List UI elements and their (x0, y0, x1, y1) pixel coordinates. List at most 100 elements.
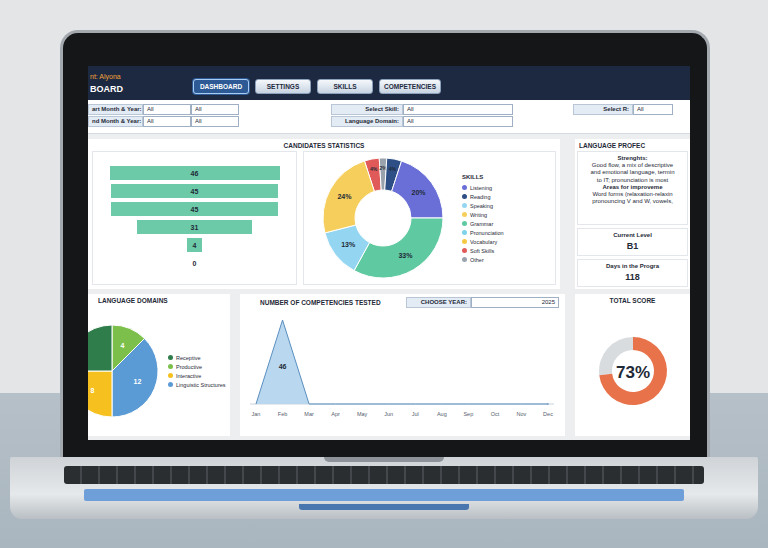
funnel-bar: 31 (137, 220, 252, 234)
skills-legend: SKILLSListeningReadingSpeakingWritingGra… (462, 174, 504, 263)
area-fill (256, 320, 548, 404)
laptop-bezel: nt: AlyonaBOARD DASHBOARD SETTINGS SKILLS CO… (60, 30, 710, 457)
legend-item: Receptive (168, 355, 226, 361)
chart-header: NUMBER OF COMPETENCIES TESTEDCHOOSE YEAR… (240, 294, 565, 308)
days-card: Days in the Progra118 (577, 259, 688, 287)
days-value: 118 (625, 270, 640, 283)
funnel-row: 45 (93, 184, 296, 198)
month-select[interactable]: All (143, 116, 191, 127)
pie-slice (88, 325, 112, 371)
candidates-panel: CANDIDATES STATISTICS46454531404%2%4%20%… (88, 139, 560, 289)
year-value[interactable]: 2025 (471, 297, 559, 308)
strengths-line: to IT; pronunciation is most (597, 177, 668, 184)
language-profile-panel: LANGUAGE PROFECStrenghts:Good flow, a mi… (575, 139, 690, 289)
tab[interactable]: DASHBOARD (193, 79, 249, 94)
filter-select[interactable]: All (403, 104, 513, 115)
filter-select[interactable]: All (403, 116, 513, 127)
legend-dot (462, 239, 467, 244)
funnel-chart: 46 45 45 31 4 0 (92, 151, 297, 285)
legend-label: Interactive (176, 373, 201, 379)
legend-item: Linguistic Structures (168, 382, 226, 388)
month-select[interactable]: All (191, 104, 239, 115)
legend-dot (462, 212, 467, 217)
panel-title: CANDIDATES STATISTICS (88, 139, 560, 151)
filter-label: Language Domain: (331, 116, 403, 127)
legend-label: Productive (176, 364, 202, 370)
user-label: nt: Alyona (90, 73, 188, 80)
month-label: Aug (437, 411, 447, 417)
legend-item: Vocabulary (462, 239, 504, 245)
funnel-bar: 45 (111, 184, 277, 198)
legend-dot (462, 185, 467, 190)
legend-label: Other (470, 257, 484, 263)
filter-label: Select R: (573, 104, 633, 115)
improvement-label: Areas for improveme (602, 184, 662, 191)
donut-label: 33% (398, 252, 413, 259)
laptop: nt: AlyonaBOARD DASHBOARD SETTINGS SKILLS CO… (60, 30, 710, 457)
tab-label[interactable]: DASHBOARD (200, 83, 242, 90)
competencies-panel: NUMBER OF COMPETENCIES TESTEDCHOOSE YEAR… (240, 294, 565, 436)
pie-slice (88, 371, 112, 417)
laptop-hinge (324, 457, 444, 462)
series-segment (442, 404, 469, 405)
panel-title: TOTAL SCORE (575, 294, 690, 306)
funnel-value: 0 (193, 260, 197, 267)
pie-label: 12 (134, 378, 142, 385)
legend-dot (462, 230, 467, 235)
legend-dot (462, 194, 467, 199)
series-segment (468, 404, 495, 405)
month-select[interactable]: All (191, 116, 239, 127)
language-domains-panel: LANGUAGE DOMAINS4128ReceptiveProductiveI… (88, 294, 230, 436)
tab-label[interactable]: SETTINGS (267, 83, 300, 90)
skill-filters: Select Skill:AllLanguage Domain:All (331, 104, 513, 127)
tab[interactable]: COMPETENCIES (379, 79, 441, 94)
month-label: Apr (331, 411, 340, 417)
filter-label: nd Month & Year: (88, 116, 143, 127)
legend-title: SKILLS (462, 174, 504, 180)
strengths-line: and emotional language, termin (590, 169, 674, 176)
bottom-row: LANGUAGE DOMAINS4128ReceptiveProductiveI… (88, 294, 690, 436)
filter-select[interactable]: All (633, 104, 673, 115)
legend-item: Other (462, 257, 504, 263)
funnel-bar: 46 (110, 166, 280, 180)
panel-title: LANGUAGE PROFEC (575, 139, 690, 151)
donut-label: 4% (370, 166, 378, 172)
legend-item: Soft Skills (462, 248, 504, 254)
level-label: Current Level (613, 232, 652, 239)
funnel-value: 31 (191, 224, 199, 231)
legend-label: Soft Skills (470, 248, 494, 254)
tab-label[interactable]: SKILLS (333, 83, 356, 90)
legend-label: Pronunciation (470, 230, 504, 236)
pie-label: 8 (91, 387, 95, 394)
tab[interactable]: SKILLS (317, 79, 373, 94)
funnel-row: 46 (93, 166, 296, 180)
donut-label: 4% (389, 166, 397, 172)
date-filters: art Month & Year:AllAllnd Month & Year:A… (88, 104, 239, 127)
legend-label: Grammar (470, 221, 493, 227)
legend-item: Reading (462, 194, 504, 200)
improvement-line: Word forms (relaxation-relaxin (592, 191, 672, 198)
legend-dot (462, 221, 467, 226)
tab-bar: DASHBOARD SETTINGS SKILLS COMPETENCIES (193, 79, 441, 94)
header-brand: nt: AlyonaBOARD (88, 73, 188, 94)
funnel-row: 45 (93, 202, 296, 216)
total-score-body: 73% (575, 306, 690, 436)
total-score-panel: TOTAL SCORE73% (575, 294, 690, 436)
year-selector[interactable]: CHOOSE YEAR:2025 (406, 297, 559, 308)
candidates-body: 46454531404%2%4%20%33%13%24%SKILLSListen… (88, 151, 560, 289)
series-segment (415, 404, 442, 405)
tab[interactable]: SETTINGS (255, 79, 311, 94)
profile-body: Strenghts:Good flow, a mix of descriptiv… (575, 151, 690, 289)
tab-label[interactable]: COMPETENCIES (384, 83, 436, 90)
legend-label: Listening (470, 185, 492, 191)
competencies-chart: 46JanFebMarAprMayJunJulAugSepOctNovDec (240, 308, 565, 426)
month-label: Jan (252, 411, 261, 417)
strengths-label: Strenghts: (618, 155, 648, 162)
month-select[interactable]: All (143, 104, 191, 115)
series-segment (336, 404, 363, 405)
legend-label: Vocabulary (470, 239, 497, 245)
funnel-value: 4 (193, 242, 197, 249)
month-label: Feb (278, 411, 287, 417)
domains-pie: 4 12 8 (88, 319, 164, 423)
pie-label: 4 (121, 342, 125, 349)
